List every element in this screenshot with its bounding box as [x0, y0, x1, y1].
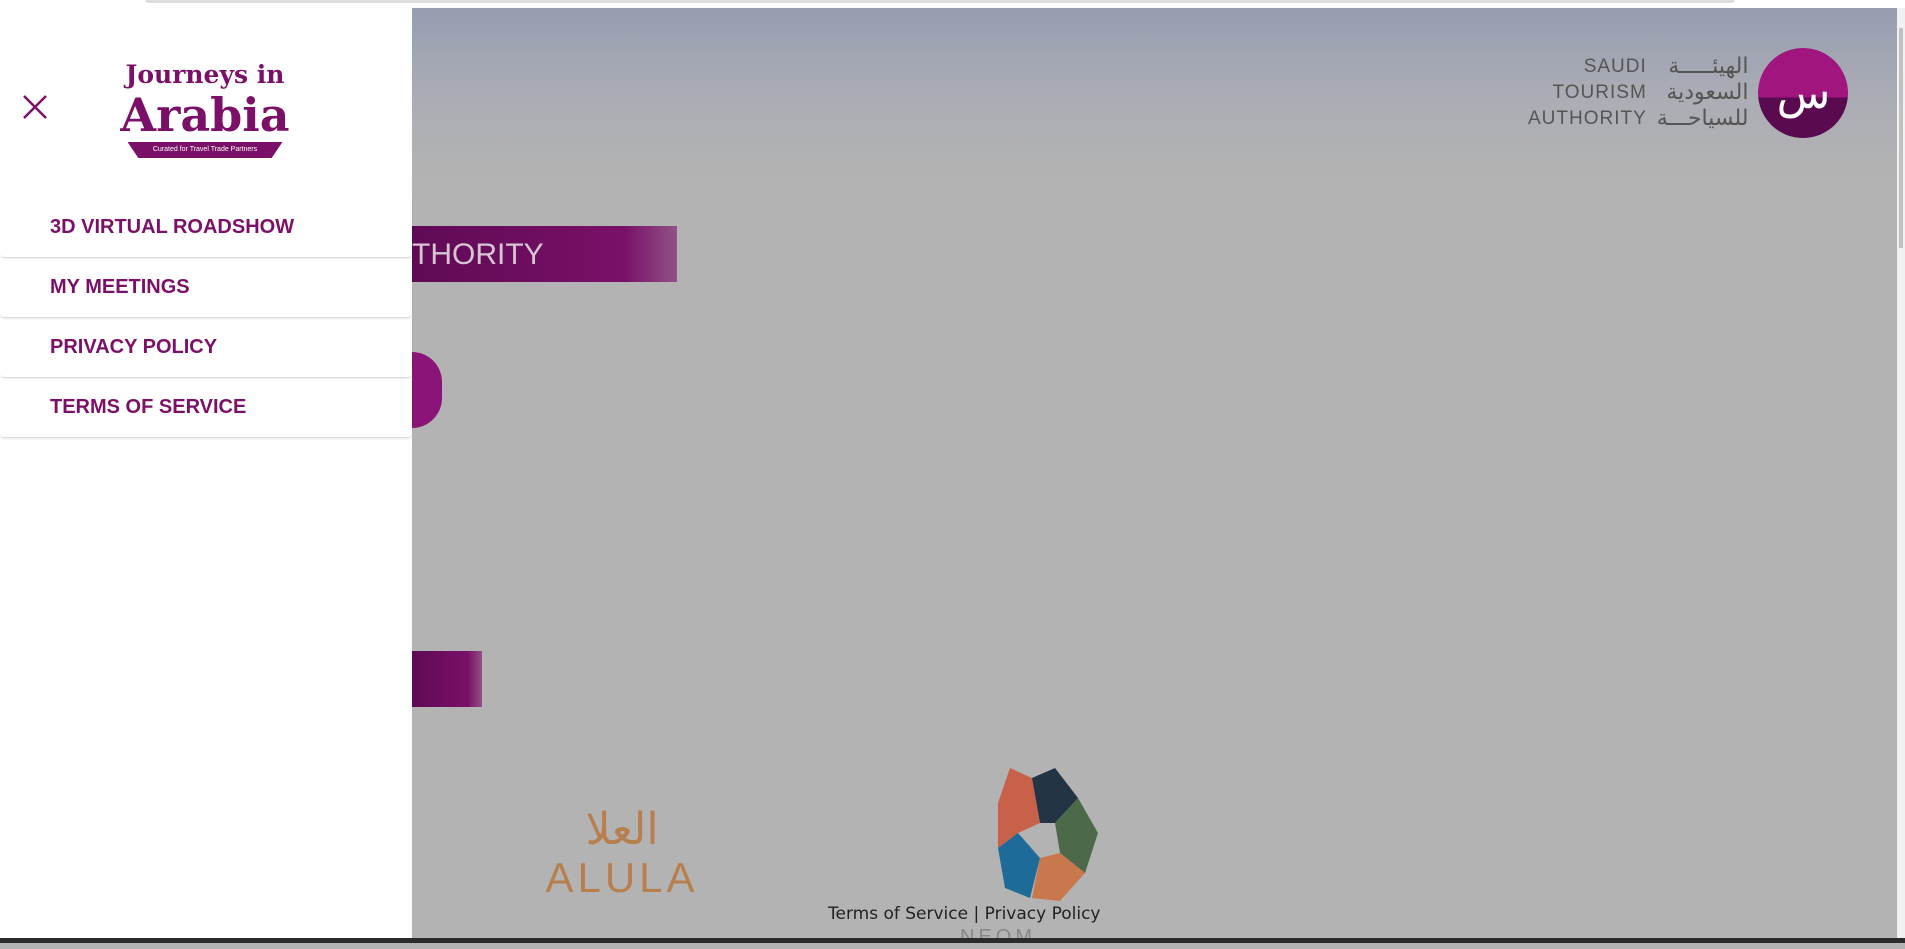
page-scrollbar[interactable] — [1897, 8, 1905, 938]
banner-brush — [412, 651, 482, 707]
alula-logo: العلا ALULA — [530, 805, 714, 901]
browser-top-strip — [0, 0, 1905, 8]
footer-terms-link[interactable]: Terms of Service — [828, 904, 968, 924]
journeys-in-arabia-logo[interactable]: Journeys in Arabia Curated for Travel Tr… — [120, 60, 290, 158]
banner-brush: THORITY — [412, 226, 677, 282]
side-drawer: Journeys in Arabia Curated for Travel Tr… — [0, 8, 412, 938]
drawer-menu: 3D VIRTUAL ROADSHOW MY MEETINGS PRIVACY … — [0, 198, 412, 438]
logo-line2: Arabia — [120, 88, 290, 142]
logo-tagline: Curated for Travel Trade Partners — [127, 142, 283, 158]
alula-logo-english: ALULA — [545, 854, 699, 901]
sta-logo-text: AUTHORITY — [1528, 108, 1647, 129]
footer-links: Terms of Service | Privacy Policy — [828, 904, 1101, 924]
alula-logo-arabic: العلا — [585, 804, 659, 855]
sta-logo-text: SAUDI — [1583, 56, 1647, 77]
menu-item-my-meetings[interactable]: MY MEETINGS — [0, 258, 412, 318]
scrollbar-thumb[interactable] — [1899, 28, 1903, 248]
vision-logo — [998, 768, 1098, 901]
sta-logo-text: الهيئـــــة — [1668, 54, 1749, 79]
footer-privacy-link[interactable]: Privacy Policy — [985, 904, 1101, 924]
sta-logo-text: السعودية — [1666, 80, 1749, 105]
sta-logo-arabic: الهيئـــــة السعودية للسياحـــة — [1657, 54, 1749, 132]
bottom-bar — [0, 938, 1905, 943]
sta-logo-english: SAUDI TOURISM AUTHORITY — [1528, 54, 1647, 132]
logo-line1: Journeys in — [125, 60, 285, 89]
browser-tab-edge — [145, 0, 1735, 3]
saudi-tourism-authority-logo: SAUDI TOURISM AUTHORITY الهيئـــــة السع… — [1528, 48, 1849, 138]
menu-item-privacy-policy[interactable]: PRIVACY POLICY — [0, 318, 412, 378]
footer-separator: | — [973, 904, 980, 924]
sta-logo-text: للسياحـــة — [1656, 106, 1749, 131]
sta-logo-mark: س — [1758, 48, 1849, 138]
sta-logo-text: TOURISM — [1552, 82, 1647, 103]
close-icon[interactable] — [20, 92, 50, 122]
menu-item-terms-of-service[interactable]: TERMS OF SERVICE — [0, 378, 412, 438]
banner-text: THORITY — [412, 238, 544, 271]
menu-item-3d-virtual-roadshow[interactable]: 3D VIRTUAL ROADSHOW — [0, 198, 412, 258]
